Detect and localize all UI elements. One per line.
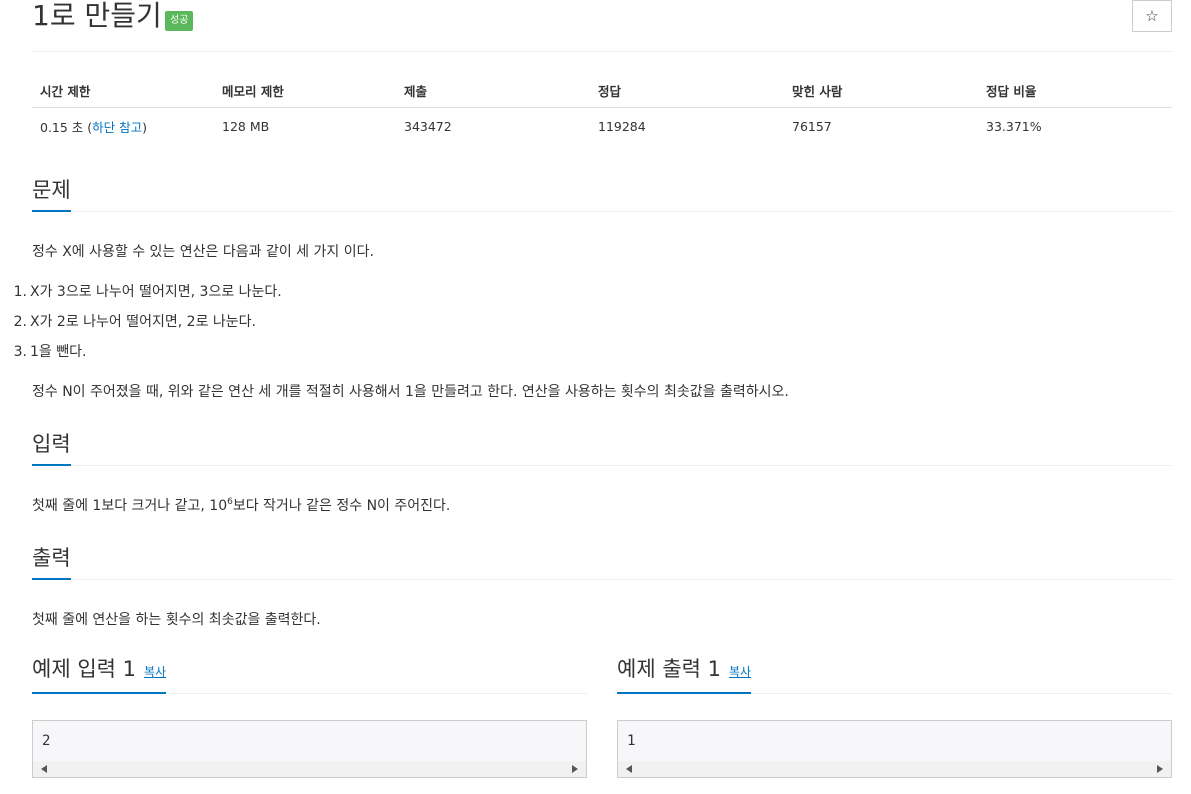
sample-output-title: 예제 출력 1 xyxy=(617,657,721,681)
submissions-value: 343472 xyxy=(404,118,452,134)
list-item: 1. X가 3으로 나누어 떨어지면, 3으로 나눈다. xyxy=(0,277,282,307)
input-heading: 입력 xyxy=(32,430,71,466)
time-limit-value: 0.15 초 ( xyxy=(40,119,93,135)
header-solvers: 맞힌 사람 xyxy=(784,74,978,108)
scroll-right-icon[interactable] xyxy=(1157,765,1163,773)
memory-limit-value: 128 MB xyxy=(222,118,270,134)
status-badge: 성공 xyxy=(165,11,194,31)
list-number: 1. xyxy=(13,284,27,300)
sample-output-heading: 예제 출력 1 복사 xyxy=(617,655,752,694)
sample-input-code: 2 xyxy=(42,733,51,749)
output-heading: 출력 xyxy=(32,544,71,580)
star-icon[interactable]: ☆ xyxy=(1132,0,1172,32)
input-section-header: 입력 xyxy=(32,428,1172,466)
time-limit-cell: 0.15 초 (하단 참고) xyxy=(32,107,214,145)
list-item: 3. 1을 뺀다. xyxy=(0,337,282,367)
problem-title: 1로 만들기 xyxy=(32,0,162,32)
sample-output-code: 1 xyxy=(627,733,636,749)
title-row: 1로 만들기 성공 ☆ xyxy=(32,0,1172,52)
header-accepted: 정답 xyxy=(590,74,784,108)
list-number: 2. xyxy=(13,314,27,330)
time-limit-note-link[interactable]: 하단 참고 xyxy=(92,120,142,135)
accepted-value: 119284 xyxy=(598,118,646,134)
sample-output-box[interactable]: 1 xyxy=(617,720,1172,778)
problem-heading: 문제 xyxy=(32,176,71,212)
scroll-right-icon[interactable] xyxy=(572,765,578,773)
sample-output-header: 예제 출력 1 복사 xyxy=(617,656,1172,694)
output-section-header: 출력 xyxy=(32,542,1172,580)
scroll-left-icon[interactable] xyxy=(626,765,632,773)
problem-section-header: 문제 xyxy=(32,174,1172,212)
table-row: 0.15 초 (하단 참고) 128 MB 343472 119284 7615… xyxy=(32,107,1172,145)
header-time-limit: 시간 제한 xyxy=(32,74,214,108)
problem-intro: 정수 X에 사용할 수 있는 연산은 다음과 같이 세 가지 이다. xyxy=(32,244,374,260)
sample-input-header: 예제 입력 1 복사 xyxy=(32,656,587,694)
input-description: 첫째 줄에 1보다 크거나 같고, 106보다 작거나 같은 정수 N이 주어진… xyxy=(32,496,450,516)
scroll-left-icon[interactable] xyxy=(41,765,47,773)
input-text-before: 첫째 줄에 1보다 크거나 같고, 10 xyxy=(32,498,228,514)
horizontal-scrollbar[interactable] xyxy=(618,761,1171,777)
list-text: X가 2로 나누어 떨어지면, 2로 나눈다. xyxy=(30,314,256,330)
header-memory-limit: 메모리 제한 xyxy=(214,74,396,108)
header-ratio: 정답 비율 xyxy=(978,74,1172,108)
horizontal-scrollbar[interactable] xyxy=(33,761,586,777)
copy-output-button[interactable]: 복사 xyxy=(729,665,751,679)
list-text: 1을 뺀다. xyxy=(30,344,87,360)
problem-outro: 정수 N이 주어졌을 때, 위와 같은 연산 세 개를 적절히 사용해서 1을 … xyxy=(32,384,789,400)
solvers-value: 76157 xyxy=(792,118,832,134)
table-header-row: 시간 제한 메모리 제한 제출 정답 맞힌 사람 정답 비율 xyxy=(32,74,1172,108)
operation-list: 1. X가 3으로 나누어 떨어지면, 3으로 나눈다. 2. X가 2로 나누어 … xyxy=(0,277,282,367)
list-text: X가 3으로 나누어 떨어지면, 3으로 나눈다. xyxy=(30,284,282,300)
list-number: 3. xyxy=(13,344,27,360)
ratio-value: 33.371% xyxy=(986,118,1042,134)
list-item: 2. X가 2로 나누어 떨어지면, 2로 나눈다. xyxy=(0,307,282,337)
input-text-after: 보다 작거나 같은 정수 N이 주어진다. xyxy=(232,498,451,514)
header-submissions: 제출 xyxy=(396,74,590,108)
time-limit-suffix: ) xyxy=(142,119,148,135)
sample-input-title: 예제 입력 1 xyxy=(32,657,136,681)
sample-input-box[interactable]: 2 xyxy=(32,720,587,778)
output-description: 첫째 줄에 연산을 하는 횟수의 최솟값을 출력한다. xyxy=(32,612,321,628)
copy-input-button[interactable]: 복사 xyxy=(144,665,166,679)
problem-info-table: 시간 제한 메모리 제한 제출 정답 맞힌 사람 정답 비율 0.15 초 (하… xyxy=(32,74,1172,145)
sample-input-heading: 예제 입력 1 복사 xyxy=(32,655,167,694)
